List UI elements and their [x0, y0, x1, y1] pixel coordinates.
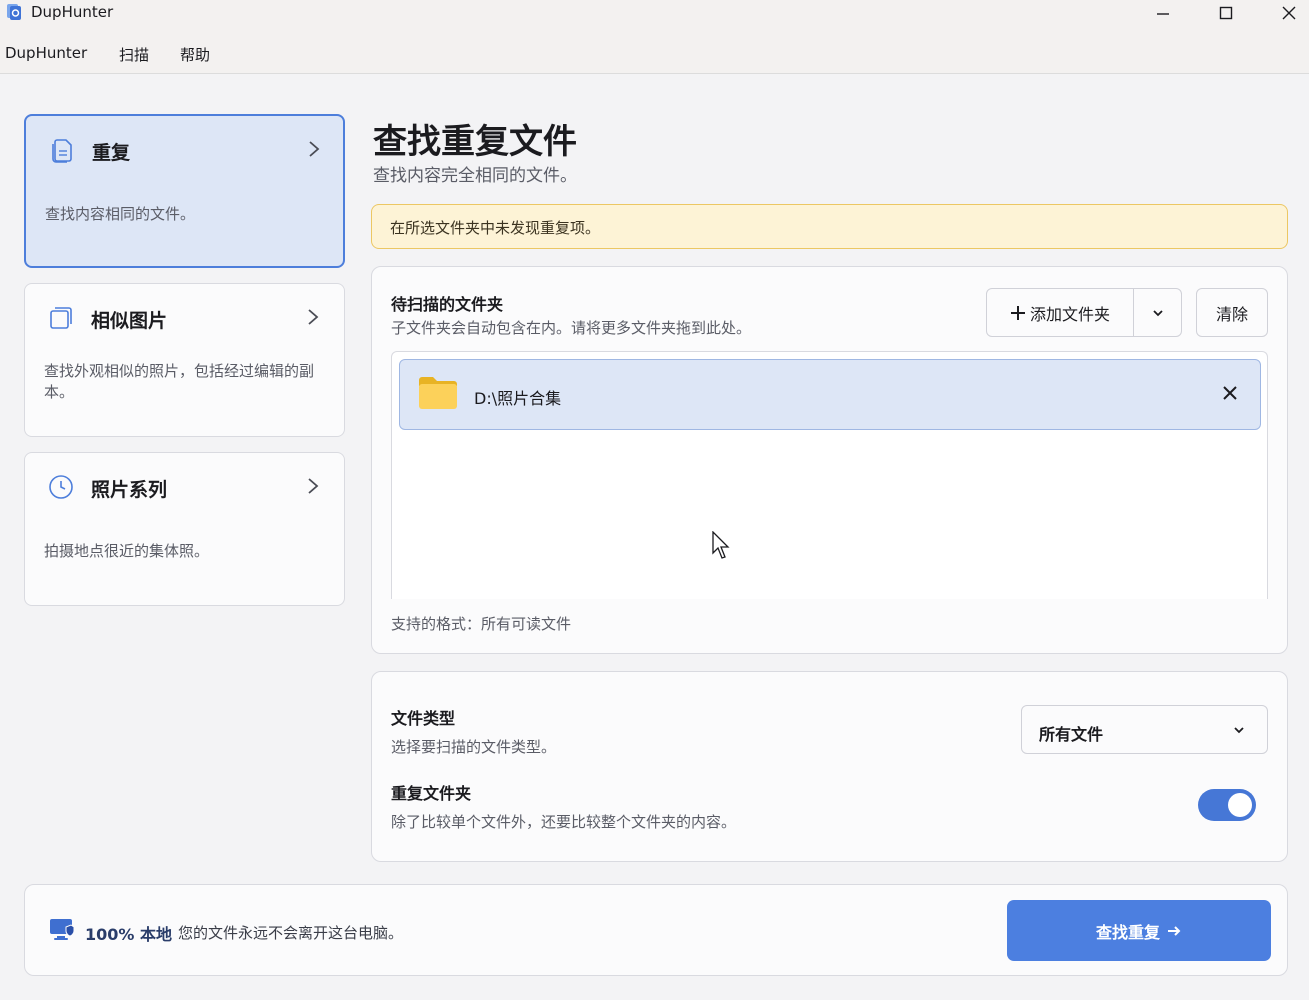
- sidebar-item-title: 相似图片: [91, 310, 168, 332]
- sidebar-item-photo-series[interactable]: 照片系列 拍摄地点很近的集体照。: [24, 452, 345, 606]
- sidebar-item-desc: 拍摄地点很近的集体照。: [44, 542, 210, 560]
- clear-button[interactable]: 清除: [1196, 288, 1268, 337]
- local-badge: 100% 本地: [85, 925, 173, 944]
- add-folder-dropdown-button[interactable]: [1134, 289, 1181, 336]
- options-panel: 文件类型 选择要扫描的文件类型。 所有文件 重复文件夹 除了比较单个文件外，还要…: [371, 671, 1288, 862]
- window-title: DupHunter: [31, 3, 114, 21]
- remove-folder-icon[interactable]: [1221, 384, 1239, 402]
- warning-banner: 在所选文件夹中未发现重复项。: [371, 204, 1288, 249]
- minimize-icon: [1157, 13, 1169, 15]
- mouse-cursor-icon: [712, 531, 730, 559]
- menu-bar: DupHunter 扫描 帮助: [0, 32, 1309, 74]
- dup-folder-hint: 除了比较单个文件外，还要比较整个文件夹的内容。: [391, 813, 737, 831]
- find-duplicates-label: 查找重复: [1095, 922, 1160, 942]
- chevron-right-icon: [308, 478, 319, 494]
- dup-folder-label: 重复文件夹: [391, 784, 472, 803]
- page-subtitle: 查找内容完全相同的文件。: [373, 166, 577, 186]
- folder-path: D:\照片合集: [474, 389, 562, 408]
- folder-list[interactable]: D:\照片合集: [391, 351, 1268, 599]
- chevron-right-icon: [309, 141, 320, 157]
- minimize-button[interactable]: [1133, 0, 1193, 26]
- sidebar-item-desc: 查找内容相同的文件。: [45, 205, 196, 223]
- folder-icon: [419, 377, 457, 409]
- maximize-icon: [1219, 6, 1233, 20]
- close-icon: [1282, 6, 1296, 20]
- sidebar-item-desc: 查找外观相似的照片，包括经过编辑的副本。: [44, 362, 315, 401]
- dup-folder-toggle[interactable]: [1198, 789, 1256, 821]
- folder-list-item[interactable]: D:\照片合集: [399, 359, 1261, 430]
- chevron-down-icon: [1234, 727, 1244, 734]
- file-type-value: 所有文件: [1039, 725, 1104, 744]
- title-bar: DupHunter: [0, 0, 1309, 32]
- clock-icon: [49, 475, 73, 499]
- photo-stack-icon: [50, 307, 72, 329]
- footer-bar: 100% 本地 您的文件永远不会离开这台电脑。 查找重复: [24, 884, 1288, 976]
- file-type-hint: 选择要扫描的文件类型。: [391, 738, 557, 756]
- menu-item-help[interactable]: 帮助: [180, 44, 210, 65]
- add-folder-button[interactable]: 添加文件夹: [987, 289, 1133, 336]
- sidebar-item-similar-images[interactable]: 相似图片 查找外观相似的照片，包括经过编辑的副本。: [24, 283, 345, 437]
- close-window-button[interactable]: [1259, 0, 1309, 26]
- plus-icon: [1010, 305, 1025, 320]
- local-note: 您的文件永远不会离开这台电脑。: [178, 924, 404, 942]
- arrow-right-icon: [1168, 925, 1181, 936]
- supported-formats: 支持的格式：所有可读文件: [391, 615, 572, 633]
- sidebar-item-title: 照片系列: [91, 479, 168, 501]
- app-logo-icon: [7, 4, 21, 20]
- menu-item-scan[interactable]: 扫描: [119, 44, 149, 65]
- document-duplicate-icon: [52, 139, 72, 163]
- sidebar-item-duplicates[interactable]: 重复 查找内容相同的文件。: [24, 114, 345, 268]
- add-folder-split-button: 添加文件夹: [986, 288, 1182, 337]
- find-duplicates-button[interactable]: 查找重复: [1007, 900, 1271, 961]
- warning-text: 在所选文件夹中未发现重复项。: [390, 219, 601, 237]
- sidebar-item-title: 重复: [92, 142, 131, 164]
- add-folder-label: 添加文件夹: [1029, 304, 1110, 324]
- page-title: 查找重复文件: [373, 122, 577, 162]
- chevron-right-icon: [308, 309, 319, 325]
- folders-label: 待扫描的文件夹: [391, 295, 504, 314]
- chevron-down-icon: [1152, 309, 1163, 316]
- folders-hint: 子文件夹会自动包含在内。请将更多文件夹拖到此处。: [391, 319, 752, 337]
- menu-item-app[interactable]: DupHunter: [5, 44, 87, 62]
- file-type-select[interactable]: 所有文件: [1021, 705, 1268, 754]
- monitor-shield-icon: [50, 919, 75, 940]
- toggle-knob: [1228, 793, 1252, 817]
- file-type-label: 文件类型: [391, 709, 456, 728]
- folders-panel: 待扫描的文件夹 子文件夹会自动包含在内。请将更多文件夹拖到此处。 添加文件夹 清…: [371, 266, 1288, 654]
- maximize-button[interactable]: [1196, 0, 1256, 26]
